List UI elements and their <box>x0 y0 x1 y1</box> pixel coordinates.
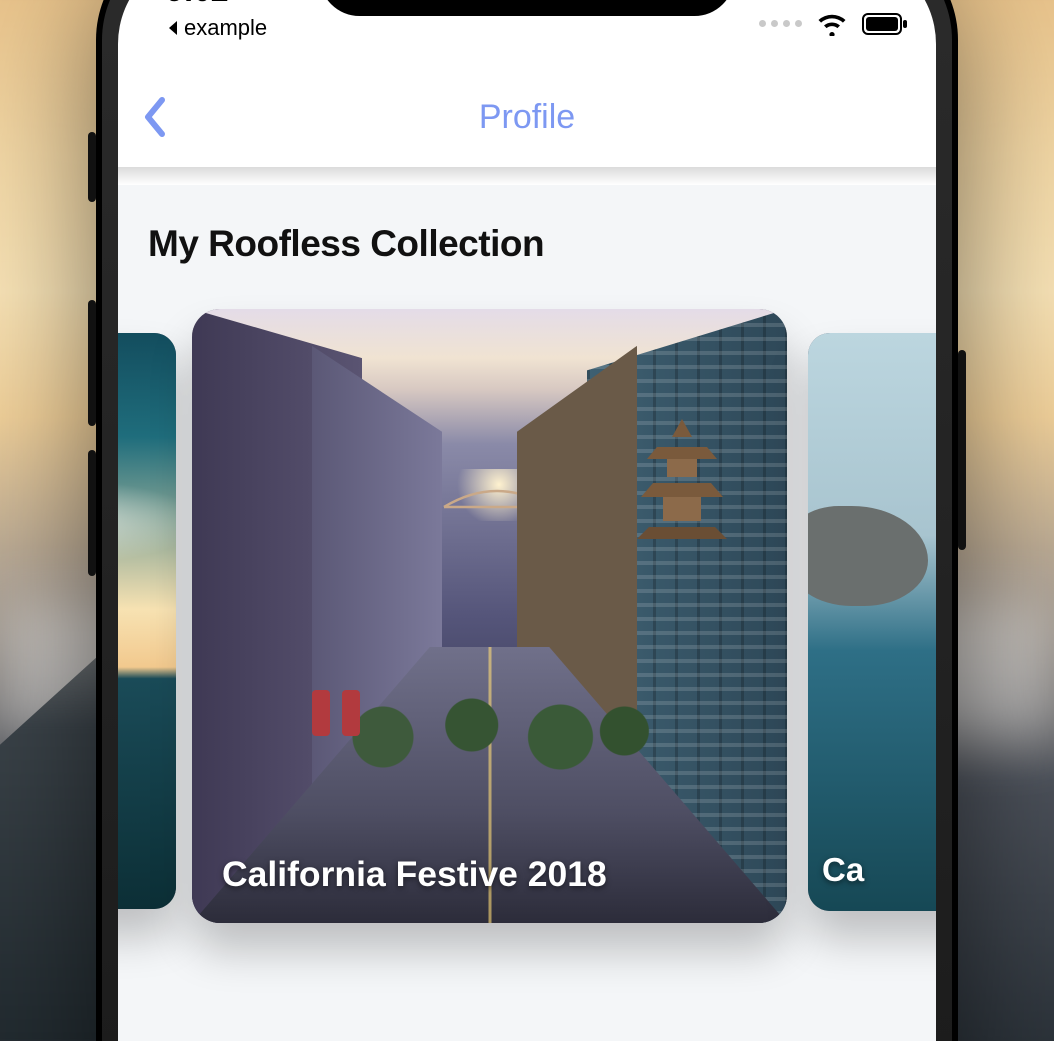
card-image <box>808 333 936 911</box>
card-image <box>118 333 176 909</box>
nav-bar: Profile <box>118 67 936 167</box>
nav-title: Profile <box>479 98 575 137</box>
card-caption: Ca <box>822 851 936 889</box>
section-title: My Roofless Collection <box>118 223 936 265</box>
card-image <box>192 309 787 923</box>
status-time: 9:02 <box>166 0 228 9</box>
back-chevron-icon <box>140 94 170 140</box>
phone-volume-down <box>88 450 96 576</box>
phone-mute-switch <box>88 132 96 202</box>
wifi-icon <box>816 12 848 36</box>
collection-card-next[interactable]: Ca <box>808 333 936 911</box>
phone-side-button <box>958 350 966 550</box>
status-back-to-app[interactable]: example <box>166 15 267 41</box>
content-area: My Roofless Collection <box>118 185 936 1041</box>
card-caption: California Festive 2018 <box>222 854 767 895</box>
collection-card-current[interactable]: California Festive 2018 <box>192 309 787 923</box>
caret-left-icon <box>166 19 180 37</box>
status-back-app-label: example <box>184 15 267 41</box>
nav-back-button[interactable] <box>140 94 170 140</box>
phone-frame: 9:02 example <box>96 0 958 1041</box>
nav-bar-shadow <box>118 167 936 185</box>
phone-screen: 9:02 example <box>118 0 936 1041</box>
phone-notch <box>320 0 735 16</box>
phone-volume-up <box>88 300 96 426</box>
collection-carousel[interactable]: California Festive 2018 Ca <box>118 309 936 949</box>
signal-dots-icon <box>759 20 802 27</box>
collection-card-prev[interactable] <box>118 333 176 909</box>
battery-icon <box>862 13 908 35</box>
